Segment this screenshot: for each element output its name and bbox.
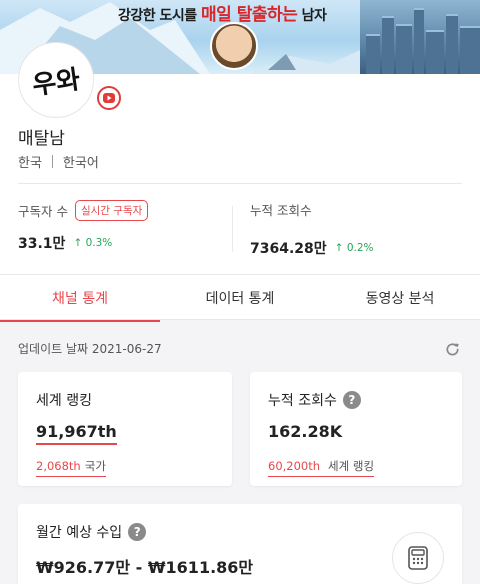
subscriber-label: 구독자 수 <box>18 204 68 219</box>
divider <box>18 183 462 184</box>
channel-locale: 한국 한국어 <box>18 152 99 171</box>
monthly-income-value: ₩926.77만 - ₩1611.86만 <box>36 558 254 577</box>
channel-avatar[interactable]: 우와 <box>18 42 94 118</box>
arrow-up-icon: ↑ <box>334 242 344 254</box>
subscriber-change: ↑ 0.3% <box>73 237 113 249</box>
country-rank[interactable]: 2,068th 국가 <box>36 458 106 477</box>
tab-bar: 채널 통계 데이터 통계 동영상 분석 <box>0 274 480 322</box>
banner-tagline: 강강한 도시를 매일 탈출하는 남자 <box>118 5 327 25</box>
tab-data-stats[interactable]: 데이터 통계 <box>160 275 320 321</box>
world-rank-title: 세계 랭킹 <box>36 393 92 409</box>
views-world-rank-label: 세계 랭킹 <box>328 459 375 473</box>
channel-language: 한국어 <box>62 156 99 171</box>
tab-video-analysis[interactable]: 동영상 분석 <box>320 275 480 321</box>
views-value: 7364.28만 <box>250 241 327 257</box>
subscriber-stat: 구독자 수 실시간 구독자 33.1만 ↑ 0.3% <box>18 200 149 253</box>
views-world-rank[interactable]: 60,200th 세계 랭킹 <box>268 458 375 477</box>
calculator-icon[interactable] <box>392 532 444 584</box>
world-rank-card[interactable]: 세계 랭킹 91,967th 2,068th 국가 <box>18 372 232 486</box>
monthly-income-card[interactable]: 월간 예상 수입 ? ₩926.77만 - ₩1611.86만 <box>18 504 462 584</box>
separator <box>51 155 53 168</box>
update-date: 업데이트 날짜 2021-06-27 <box>18 342 162 356</box>
world-rank-value: 91,967th <box>36 422 117 445</box>
banner-host-photo <box>210 22 258 70</box>
question-icon[interactable]: ? <box>342 391 361 409</box>
country-rank-label: 국가 <box>84 459 106 473</box>
question-icon[interactable]: ? <box>128 523 147 541</box>
city-illustration <box>360 0 480 74</box>
views-world-rank-value: 60,200th <box>268 459 321 473</box>
views-stat: 누적 조회수 7364.28만 ↑ 0.2% <box>250 200 374 258</box>
total-views-card[interactable]: 누적 조회수 ? 162.28K 60,200th 세계 랭킹 <box>250 372 462 486</box>
subscriber-value: 33.1만 <box>18 236 66 252</box>
tab-channel-stats[interactable]: 채널 통계 <box>0 275 160 322</box>
channel-country: 한국 <box>18 156 42 171</box>
refresh-icon[interactable] <box>444 341 461 358</box>
youtube-icon[interactable] <box>97 86 121 110</box>
monthly-income-title: 월간 예상 수입 <box>36 525 123 541</box>
live-subscribers-button[interactable]: 실시간 구독자 <box>74 200 149 221</box>
channel-profile: 우와 매탈남 한국 한국어 구독자 수 실시간 구독자 33.1만 ↑ 0.3%… <box>0 42 480 274</box>
total-views-value: 162.28K <box>268 422 343 441</box>
channel-name: 매탈남 <box>18 129 65 149</box>
views-change: ↑ 0.2% <box>334 242 374 254</box>
total-views-title: 누적 조회수 <box>268 393 337 409</box>
vertical-divider <box>232 206 233 252</box>
views-label: 누적 조회수 <box>250 203 312 218</box>
arrow-up-icon: ↑ <box>73 237 83 249</box>
country-rank-value: 2,068th <box>36 459 81 473</box>
